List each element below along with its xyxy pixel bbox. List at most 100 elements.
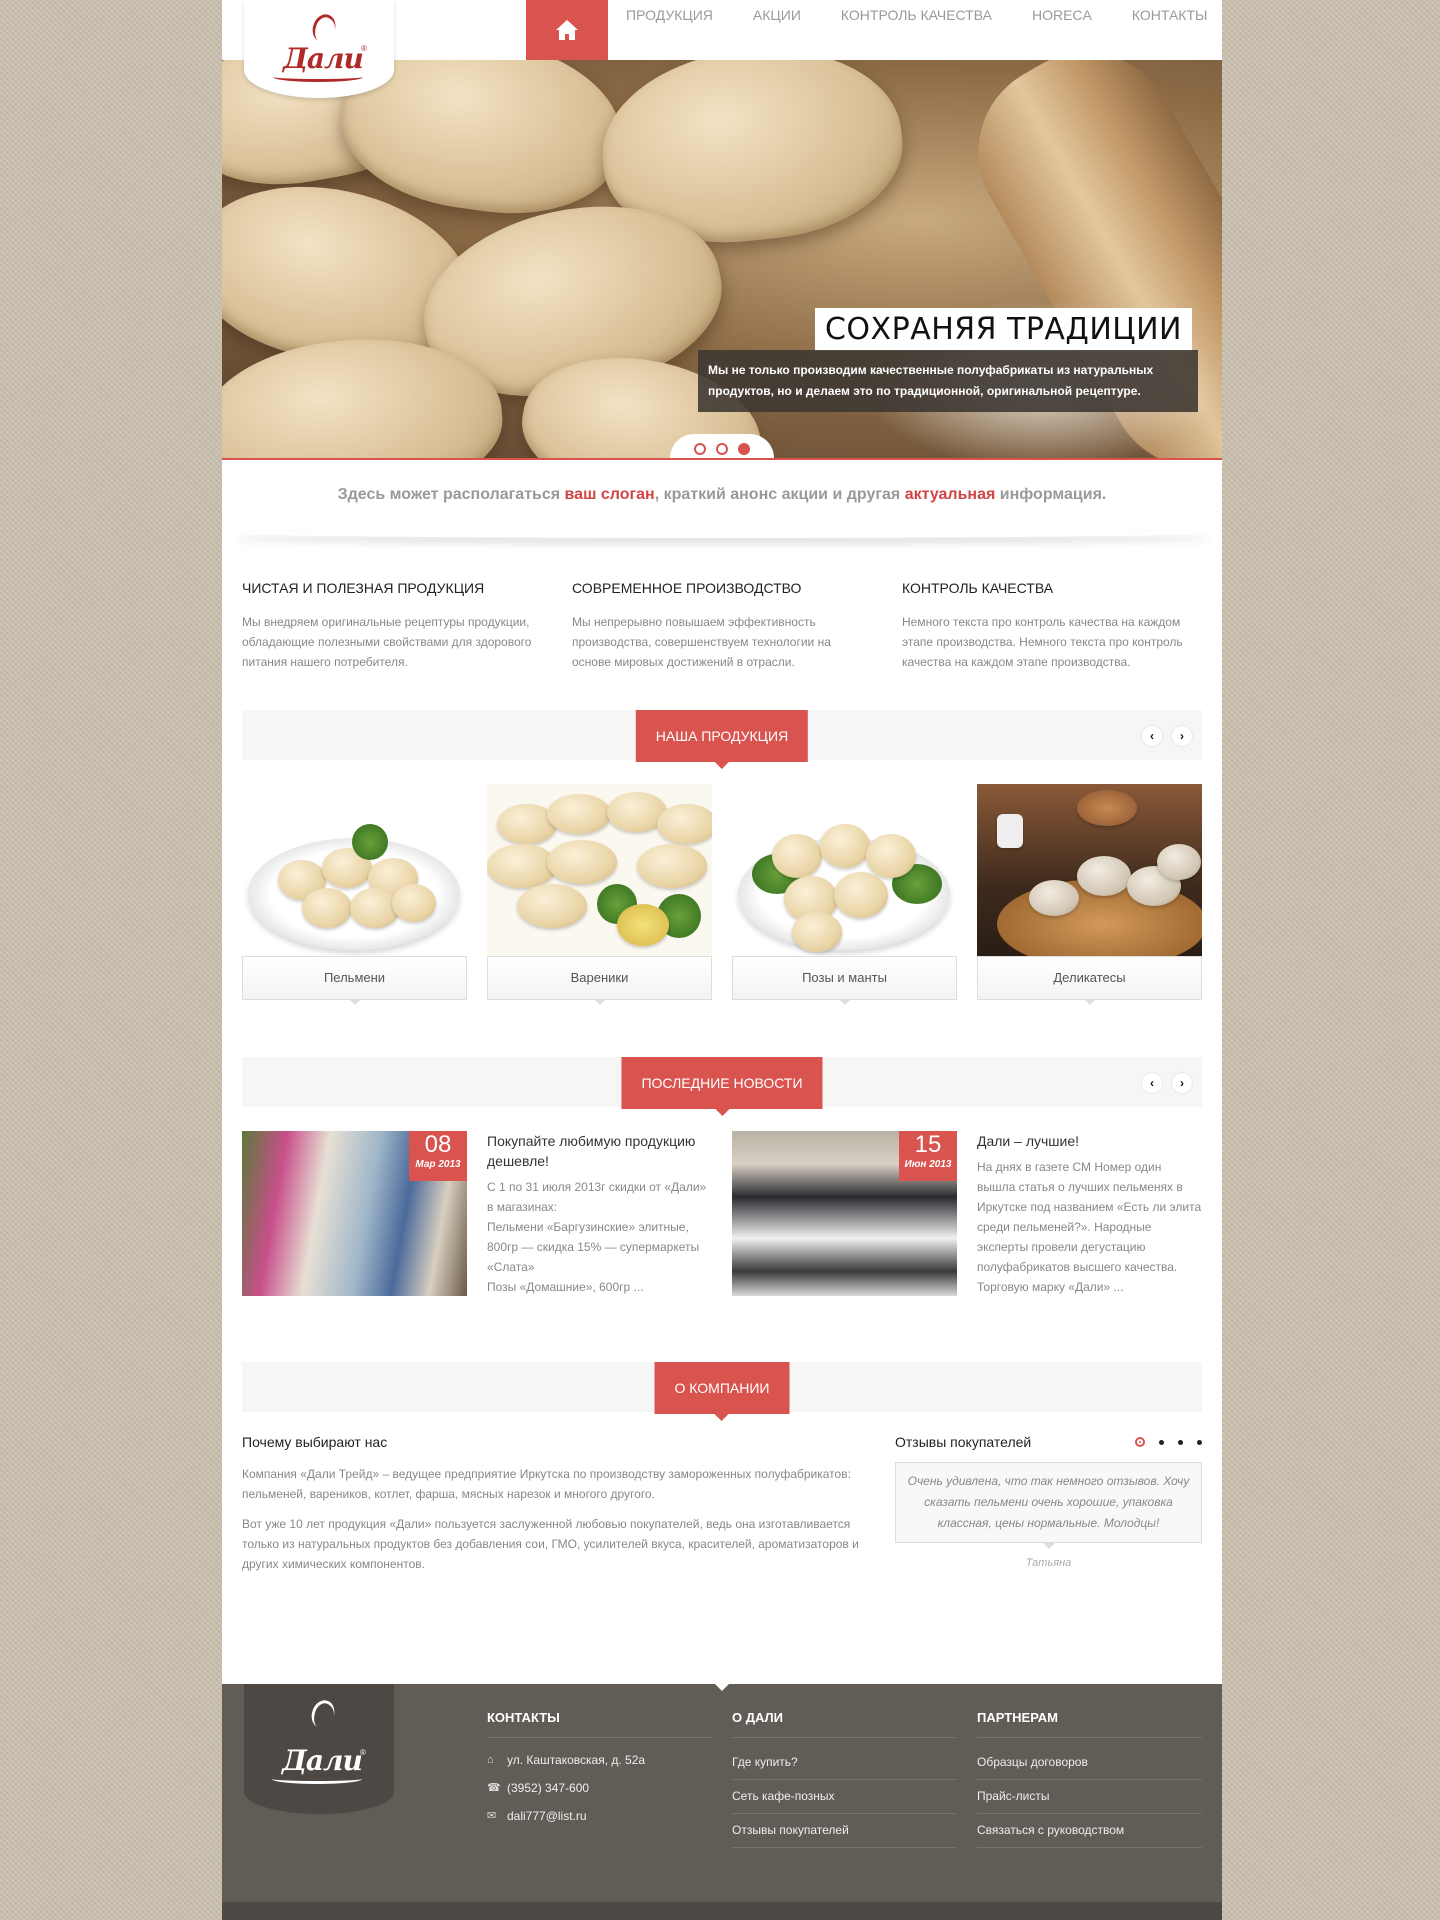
slide-title-box: СОХРАНЯЯ ТРАДИЦИИ [814, 308, 1192, 351]
date-day: 15 [914, 1131, 942, 1158]
dumpling-image [772, 834, 822, 878]
logo-swoosh [272, 1774, 362, 1784]
footer-logo[interactable]: Дали ® [244, 1684, 394, 1814]
date-month: Июн 2013 [904, 1159, 952, 1170]
about-paragraph: Вот уже 10 лет продукция «Дали» пользует… [242, 1517, 859, 1571]
product-label: Позы и манты [732, 956, 957, 1005]
slide-caption: Мы не только производим качественные пол… [698, 350, 1198, 412]
feature-text: Немного текста про контроль качества на … [902, 615, 1183, 669]
logo-text: Дали [282, 1744, 363, 1777]
review-dot-4[interactable] [1197, 1439, 1202, 1445]
footer-about: О ДАЛИ Где купить? Сеть кафе-позных Отзы… [732, 1710, 957, 1848]
chevron-left-icon[interactable]: ‹ [1142, 1073, 1162, 1093]
footer-link-where-to-buy[interactable]: Где купить? [732, 1746, 957, 1780]
logo-swoosh [273, 72, 363, 82]
product-label: Вареники [487, 956, 712, 1005]
footer-link-contracts[interactable]: Образцы договоров [977, 1746, 1202, 1780]
dumpling-image [792, 912, 842, 952]
email-text: dali777@list.ru [507, 1809, 587, 1823]
footer-phone[interactable]: ☎ (3952) 347-600 [487, 1774, 712, 1802]
dumpling-image [392, 884, 436, 922]
feature-title: КОНТРОЛЬ КАЧЕСТВА [902, 580, 1054, 596]
nav-item-contacts[interactable]: КОНТАКТЫ [1112, 0, 1208, 32]
bowl-image [1077, 790, 1137, 826]
slider-pagination [670, 434, 774, 460]
review-dot-2[interactable] [1159, 1439, 1164, 1445]
news-text-line: Позы «Домашние», 600гр ... [487, 1280, 644, 1294]
product-label: Деликатесы [977, 956, 1202, 1005]
slider-dot-3[interactable] [738, 443, 750, 455]
slogan-highlight: актуальная [904, 486, 996, 503]
news-image[interactable]: 15 Июн 2013 [732, 1131, 957, 1296]
news-title[interactable]: Покупайте любимую продукцию дешевле! [487, 1131, 712, 1171]
potato-image [617, 904, 669, 946]
nav-item-promotions[interactable]: АКЦИИ [733, 0, 821, 32]
product-label: Пельмени [242, 956, 467, 1005]
news-section-bar: ПОСЛЕДНИЕ НОВОСТИ ‹ › [242, 1057, 1202, 1116]
footer-link-contact-management[interactable]: Связаться с руководством [977, 1814, 1202, 1848]
feature-item: СОВРЕМЕННОЕ ПРОИЗВОДСТВО Мы непрерывно п… [572, 580, 872, 672]
nav-item-products[interactable]: ПРОДУКЦИЯ [626, 0, 733, 32]
slogan-highlight: ваш слоган [564, 486, 655, 503]
dumpling-image [866, 834, 916, 878]
herb-image [352, 824, 388, 860]
product-card-delicacies[interactable]: Деликатесы [977, 784, 1202, 1005]
footer-address: ⌂ ул. Каштаковская, д. 52а [487, 1746, 712, 1774]
dumpling-image [1077, 856, 1131, 896]
product-image [487, 784, 712, 956]
slogan: Здесь может располагаться ваш слоган, кр… [222, 486, 1222, 504]
dumpling-image [302, 888, 352, 928]
footer-link-price-lists[interactable]: Прайс-листы [977, 1780, 1202, 1814]
logo[interactable]: Дали ® [244, 0, 394, 98]
dumpling-image [487, 844, 557, 888]
footer-contacts-title: КОНТАКТЫ [487, 1710, 712, 1738]
product-image [732, 784, 957, 956]
product-image [242, 784, 467, 956]
section-title-about: О КОМПАНИИ [654, 1362, 790, 1421]
feature-text: Мы непрерывно повышаем эффективность про… [572, 615, 831, 669]
slider-dot-2[interactable] [716, 443, 728, 455]
product-card-pelmeni[interactable]: Пельмени [242, 784, 467, 1005]
dumpling-image [547, 840, 617, 884]
nav-item-horeca[interactable]: HORECA [1012, 0, 1112, 32]
footer-about-title: О ДАЛИ [732, 1710, 957, 1738]
footer-email[interactable]: ✉ dali777@list.ru [487, 1802, 712, 1830]
logo-reg: ® [361, 44, 367, 53]
nav-home-button[interactable] [526, 0, 608, 67]
chevron-right-icon[interactable]: › [1172, 1073, 1192, 1093]
dumpling-image [637, 844, 707, 888]
slider-dot-1[interactable] [694, 443, 706, 455]
news-image[interactable]: 08 Мар 2013 [242, 1131, 467, 1296]
about-section-bar: О КОМПАНИИ [242, 1362, 1202, 1421]
news-title[interactable]: Дали – лучшие! [977, 1131, 1202, 1151]
news-item: 08 Мар 2013 Покупайте любимую продукцию … [242, 1131, 712, 1297]
product-card-vareniki[interactable]: Вареники [487, 784, 712, 1005]
section-title-news: ПОСЛЕДНИЕ НОВОСТИ [621, 1057, 823, 1116]
footer-link-reviews[interactable]: Отзывы покупателей [732, 1814, 957, 1848]
page: Дали ® ПРОДУКЦИЯ АКЦИИ КОНТРОЛЬ КАЧЕСТВА… [222, 0, 1222, 1920]
review-dot-3[interactable] [1178, 1439, 1183, 1445]
about-paragraph: Компания «Дали Трейд» – ведущее предприя… [242, 1467, 851, 1501]
news-item: 15 Июн 2013 Дали – лучшие! На днях в газ… [732, 1131, 1202, 1297]
logo-reg: ® [360, 1748, 366, 1757]
dumpling-image [834, 872, 888, 918]
product-card-pozy[interactable]: Позы и манты [732, 784, 957, 1005]
chevron-right-icon[interactable]: › [1172, 726, 1192, 746]
logo-mark: Дали ® [269, 11, 369, 84]
review-text: Очень удивлена, что так немного отзывов.… [895, 1462, 1202, 1549]
nav-item-quality[interactable]: КОНТРОЛЬ КАЧЕСТВА [821, 0, 1012, 32]
reviews-header: Отзывы покупателей [895, 1434, 1202, 1450]
about-heading: Почему выбирают нас [242, 1434, 388, 1450]
footer-link-cafe-network[interactable]: Сеть кафе-позных [732, 1780, 957, 1814]
home-icon: ⌂ [487, 1754, 494, 1766]
footer: Дали ® КОНТАКТЫ ⌂ ул. Каштаковская, д. 5… [222, 1684, 1222, 1920]
review-dot-1[interactable] [1135, 1437, 1145, 1447]
feature-text: Мы внедряем оригинальные рецептуры проду… [242, 615, 532, 669]
logo-text: Дали [283, 42, 364, 75]
chevron-left-icon[interactable]: ‹ [1142, 726, 1162, 746]
section-title-products: НАША ПРОДУКЦИЯ [635, 710, 809, 769]
news-text: С 1 по 31 июля 2013г скидки от «Дали» в … [487, 1177, 712, 1297]
products-list: Пельмени Вареники Позы и манты Деликатес… [242, 784, 1202, 1005]
news-body: Дали – лучшие! На днях в газете СМ Номер… [977, 1131, 1202, 1297]
news-carousel-arrows: ‹ › [1142, 1073, 1192, 1093]
